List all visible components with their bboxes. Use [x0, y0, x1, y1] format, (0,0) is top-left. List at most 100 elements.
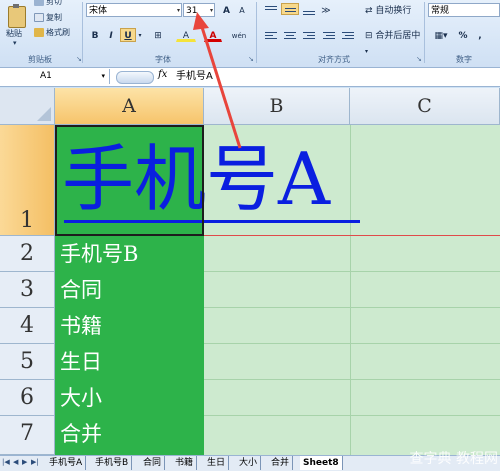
sheet-tab[interactable]: 手机号A	[46, 456, 87, 470]
row-header-5[interactable]: 5	[0, 344, 55, 380]
currency-button[interactable]: ▦▾	[430, 28, 452, 42]
ribbon: 粘贴 ▾ 剪切 复制 格式刷 剪贴板 ↘ 宋体 ▾ 31 ▾ A A B I U…	[0, 0, 500, 68]
align-center-button[interactable]	[281, 30, 299, 42]
chevron-down-icon: ▾	[101, 72, 105, 80]
gridline	[204, 271, 500, 272]
text-orientation-icon: ≫	[321, 6, 331, 16]
sheet-tab[interactable]: 合并	[268, 456, 294, 470]
select-all-button[interactable]	[0, 88, 55, 125]
row-header-4[interactable]: 4	[0, 308, 55, 344]
chevron-down-icon[interactable]: ▾	[136, 28, 144, 42]
cut-button[interactable]: 剪切	[34, 0, 62, 8]
insert-function-button[interactable]: fx	[158, 69, 167, 80]
column-header-a[interactable]: A	[55, 88, 204, 125]
format-painter-button[interactable]: 格式刷	[34, 27, 70, 39]
cell-a6[interactable]: 大小	[60, 380, 102, 416]
increase-indent-button[interactable]	[339, 30, 357, 42]
next-sheet-icon[interactable]: ▶	[22, 458, 27, 466]
gridline	[204, 415, 500, 416]
underline-button[interactable]: U	[120, 28, 136, 42]
active-cell-border	[55, 125, 204, 236]
number-group-label: 数字	[456, 55, 472, 64]
wrap-text-button[interactable]: ⇄ 自动换行	[364, 3, 424, 17]
currency-icon: ▦▾	[434, 31, 448, 41]
column-header-c[interactable]: C	[350, 88, 500, 125]
row-header-7[interactable]: 7	[0, 416, 55, 455]
copy-button[interactable]: 复制	[34, 12, 62, 24]
font-size-select[interactable]: 31 ▾	[183, 3, 215, 17]
brush-icon	[34, 28, 44, 37]
grow-font-button[interactable]: A	[219, 3, 234, 17]
alignment-launcher-icon[interactable]: ↘	[416, 55, 422, 63]
italic-button[interactable]: I	[104, 28, 118, 42]
paste-icon	[8, 4, 26, 28]
chevron-down-icon: ▾	[13, 39, 17, 47]
worksheet-grid[interactable]: A B C 1 2 3 4 5 6 7 手机号B 合同 书籍 生日 大小 合并 …	[0, 88, 500, 455]
comma-button[interactable]: ,	[474, 28, 486, 42]
bold-button[interactable]: B	[88, 28, 102, 42]
number-format-select[interactable]: 常规	[428, 3, 500, 17]
sheet-tab[interactable]: 生日	[204, 456, 230, 470]
prev-sheet-icon[interactable]: ◀	[13, 458, 18, 466]
chevron-down-icon: ▾	[365, 48, 369, 55]
formula-input[interactable]: 手机号A	[176, 69, 213, 84]
gridline	[350, 125, 351, 455]
sheet-tab[interactable]: 合同	[140, 456, 166, 470]
border-button[interactable]: ⊞	[148, 28, 168, 42]
scissors-icon	[34, 0, 44, 6]
border-icon: ⊞	[154, 31, 162, 41]
row-boundary-highlight	[203, 235, 500, 236]
phonetic-button[interactable]: wén	[228, 28, 250, 42]
merge-icon: ⊟	[365, 31, 376, 41]
font-launcher-icon[interactable]: ↘	[248, 55, 254, 63]
wrap-icon: ⇄	[365, 6, 376, 16]
merge-center-button[interactable]: ⊟ 合并后居中 ▾	[364, 28, 426, 55]
gridline	[204, 307, 500, 308]
paint-bucket-icon: A	[182, 31, 190, 41]
font-color-button[interactable]: A	[204, 28, 222, 42]
sheet-tab[interactable]: 手机号B	[92, 456, 133, 470]
column-header-b[interactable]: B	[204, 88, 350, 125]
copy-icon	[34, 13, 44, 22]
cell-a4[interactable]: 书籍	[60, 308, 102, 344]
percent-button[interactable]: %	[456, 28, 470, 42]
paste-button[interactable]: 粘贴 ▾	[2, 2, 30, 48]
formula-bar-handle[interactable]	[116, 71, 154, 84]
sheet-tab[interactable]: 大小	[236, 456, 262, 470]
orientation-button[interactable]: ≫	[316, 3, 336, 17]
last-sheet-icon[interactable]: ▶|	[31, 458, 39, 466]
row-header-3[interactable]: 3	[0, 272, 55, 308]
align-left-button[interactable]	[262, 30, 280, 42]
cell-a5[interactable]: 生日	[60, 344, 102, 380]
align-right-button[interactable]	[300, 30, 318, 42]
sheet-tab-active[interactable]: Sheet8	[300, 456, 343, 470]
row-header-6[interactable]: 6	[0, 380, 55, 416]
clipboard-group-label: 剪贴板	[28, 55, 52, 64]
cell-a3[interactable]: 合同	[60, 272, 102, 308]
gridline	[204, 343, 500, 344]
name-box[interactable]: A1 ▾	[0, 69, 110, 84]
fill-color-button[interactable]: A	[176, 28, 196, 42]
font-name-select[interactable]: 宋体 ▾	[86, 3, 182, 17]
group-divider	[256, 2, 257, 63]
align-top-button[interactable]	[262, 4, 280, 16]
group-divider	[424, 2, 425, 63]
group-divider	[82, 2, 83, 63]
shrink-font-button[interactable]: A	[235, 3, 249, 17]
chevron-down-icon: ▾	[209, 7, 213, 14]
clipboard-launcher-icon[interactable]: ↘	[76, 55, 82, 63]
chevron-down-icon: ▾	[176, 7, 180, 14]
sheet-tab[interactable]: 书籍	[172, 456, 198, 470]
cell-a2[interactable]: 手机号B	[60, 236, 138, 272]
alignment-group-label: 对齐方式	[318, 55, 350, 64]
watermark: 查字典 教程网	[409, 451, 498, 467]
row-header-1[interactable]: 1	[0, 125, 55, 236]
row-header-2[interactable]: 2	[0, 236, 55, 272]
align-middle-button[interactable]	[281, 3, 299, 15]
decrease-indent-button[interactable]	[320, 30, 338, 42]
cell-a7[interactable]: 合并	[60, 416, 102, 452]
fx-area: fx	[112, 68, 172, 85]
first-sheet-icon[interactable]: |◀	[2, 458, 10, 466]
formula-bar: A1 ▾ fx 手机号A	[0, 68, 500, 87]
font-group-label: 字体	[155, 55, 171, 64]
